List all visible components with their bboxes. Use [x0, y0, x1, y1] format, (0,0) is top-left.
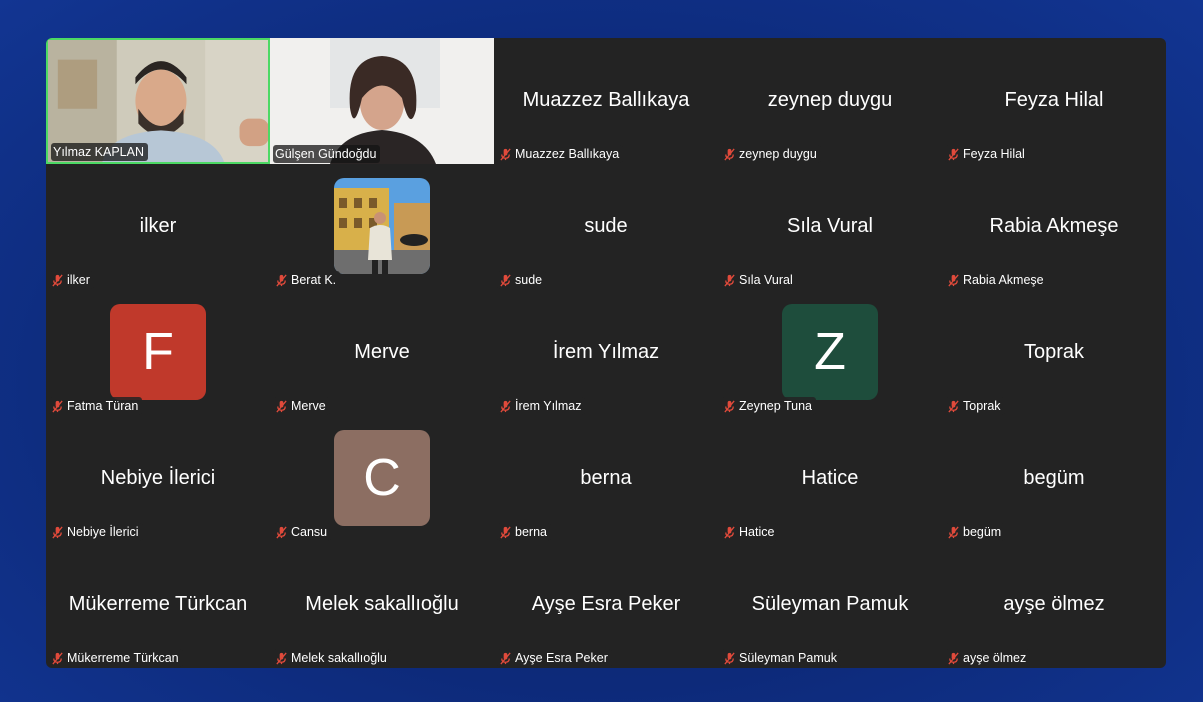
participant-name-label: Feyza Hilal [945, 145, 1029, 163]
participant-name-label: Yılmaz KAPLAN [51, 143, 149, 161]
profile-photo [334, 178, 430, 274]
participant-tile[interactable]: begüm begüm [942, 416, 1166, 542]
participant-name-label: ayşe ölmez [945, 649, 1031, 667]
participant-name-label: berna [497, 523, 551, 541]
participant-display-name: ilker [139, 214, 177, 237]
participant-display-name: begüm [1023, 466, 1085, 489]
muted-mic-icon [276, 526, 287, 538]
participant-name-label: Toprak [945, 397, 1005, 415]
muted-mic-icon [948, 652, 959, 664]
avatar-initial: C [334, 430, 430, 526]
participant-display-name: Rabia Akmeşe [989, 214, 1119, 237]
participant-display-name: Merve [354, 340, 410, 363]
muted-mic-icon [500, 148, 511, 160]
participant-tile[interactable]: Süleyman Pamuk Süleyman Pamuk [718, 542, 942, 668]
participant-display-name: sude [584, 214, 628, 237]
participant-tile[interactable]: ilker ilker [46, 164, 270, 290]
participant-tile[interactable]: sude sude [494, 164, 718, 290]
participant-name-label: Merve [273, 397, 330, 415]
muted-mic-icon [948, 274, 959, 286]
participant-display-name: Nebiye İlerici [100, 466, 216, 489]
participant-name-label: Fatma Türan [49, 397, 143, 415]
participant-name-label: Muazzez Ballıkaya [497, 145, 624, 163]
participant-display-name: berna [580, 466, 632, 489]
muted-mic-icon [948, 400, 959, 412]
participant-name-label: Sıla Vural [721, 271, 797, 289]
participant-display-name: Feyza Hilal [1004, 88, 1104, 111]
participant-tile[interactable]: Muazzez Ballıkaya Muazzez Ballıkaya [494, 38, 718, 164]
participant-tile[interactable]: Toprak Toprak [942, 290, 1166, 416]
participant-tile[interactable]: Z Zeynep Tuna [718, 290, 942, 416]
muted-mic-icon [724, 400, 735, 412]
participant-tile[interactable]: F Fatma Türan [46, 290, 270, 416]
participant-display-name: Ayşe Esra Peker [531, 592, 681, 615]
participant-name-label: Mükerreme Türkcan [49, 649, 183, 667]
participant-tile[interactable]: Rabia Akmeşe Rabia Akmeşe [942, 164, 1166, 290]
participant-tile[interactable]: Yılmaz KAPLAN [46, 38, 270, 164]
participant-tile[interactable]: Mükerreme Türkcan Mükerreme Türkcan [46, 542, 270, 668]
participant-tile[interactable]: Nebiye İlerici Nebiye İlerici [46, 416, 270, 542]
muted-mic-icon [52, 400, 63, 412]
participant-tile[interactable]: İrem Yılmaz İrem Yılmaz [494, 290, 718, 416]
participant-tile[interactable]: Feyza Hilal Feyza Hilal [942, 38, 1166, 164]
participant-display-name: Sıla Vural [787, 214, 873, 237]
participant-name-label: İrem Yılmaz [497, 397, 586, 415]
participant-tile[interactable]: Melek sakallıoğlu Melek sakallıoğlu [270, 542, 494, 668]
participant-tile[interactable]: C Cansu [270, 416, 494, 542]
participant-name-label: Rabia Akmeşe [945, 271, 1048, 289]
participant-tile[interactable]: Merve Merve [270, 290, 494, 416]
muted-mic-icon [724, 148, 735, 160]
participant-name-label: Melek sakallıoğlu [273, 649, 391, 667]
muted-mic-icon [724, 652, 735, 664]
participant-name-label: sude [497, 271, 547, 289]
participant-name-label: ilker [49, 271, 94, 289]
participant-name-label: Cansu [273, 523, 332, 541]
participant-display-name: Mükerreme Türkcan [68, 592, 248, 615]
muted-mic-icon [500, 526, 511, 538]
participant-display-name: Süleyman Pamuk [751, 592, 909, 615]
muted-mic-icon [52, 274, 63, 286]
participant-tile[interactable]: ayşe ölmez ayşe ölmez [942, 542, 1166, 668]
participant-tile[interactable]: zeynep duygu zeynep duygu [718, 38, 942, 164]
participant-name-label: Berat K. [273, 271, 341, 289]
participant-tile[interactable]: berna berna [494, 416, 718, 542]
participant-name-label: Hatice [721, 523, 779, 541]
participant-display-name: zeynep duygu [767, 88, 893, 111]
muted-mic-icon [500, 400, 511, 412]
muted-mic-icon [724, 526, 735, 538]
muted-mic-icon [948, 526, 959, 538]
muted-mic-icon [948, 148, 959, 160]
participant-name-label: zeynep duygu [721, 145, 821, 163]
muted-mic-icon [276, 652, 287, 664]
muted-mic-icon [500, 274, 511, 286]
participant-display-name: ayşe ölmez [1003, 592, 1105, 615]
participant-name-label: Nebiye İlerici [49, 523, 143, 541]
participant-name-label: Gülşen Gündoğdu [273, 145, 381, 163]
participant-tile[interactable]: Ayşe Esra Peker Ayşe Esra Peker [494, 542, 718, 668]
participant-tile[interactable]: Sıla Vural Sıla Vural [718, 164, 942, 290]
avatar-initial: F [110, 304, 206, 400]
participant-display-name: Melek sakallıoğlu [305, 592, 459, 615]
participant-name-label: Ayşe Esra Peker [497, 649, 612, 667]
participant-name-label: begüm [945, 523, 1006, 541]
participant-display-name: Hatice [801, 466, 859, 489]
participant-name-label: Zeynep Tuna [721, 397, 816, 415]
participant-tile[interactable]: Gülşen Gündoğdu [270, 38, 494, 164]
muted-mic-icon [52, 652, 63, 664]
participant-display-name: İrem Yılmaz [552, 340, 660, 363]
participant-display-name: Toprak [1023, 340, 1085, 363]
muted-mic-icon [276, 400, 287, 412]
muted-mic-icon [500, 652, 511, 664]
avatar-initial: Z [782, 304, 878, 400]
participant-name-label: Süleyman Pamuk [721, 649, 841, 667]
gallery-view-grid: Yılmaz KAPLAN Gülşen Gündoğdu Muazzez Ba… [46, 38, 1166, 668]
participant-display-name: Muazzez Ballıkaya [522, 88, 690, 111]
muted-mic-icon [52, 526, 63, 538]
participant-tile[interactable]: Hatice Hatice [718, 416, 942, 542]
muted-mic-icon [724, 274, 735, 286]
participant-tile[interactable]: Berat K. [270, 164, 494, 290]
muted-mic-icon [276, 274, 287, 286]
